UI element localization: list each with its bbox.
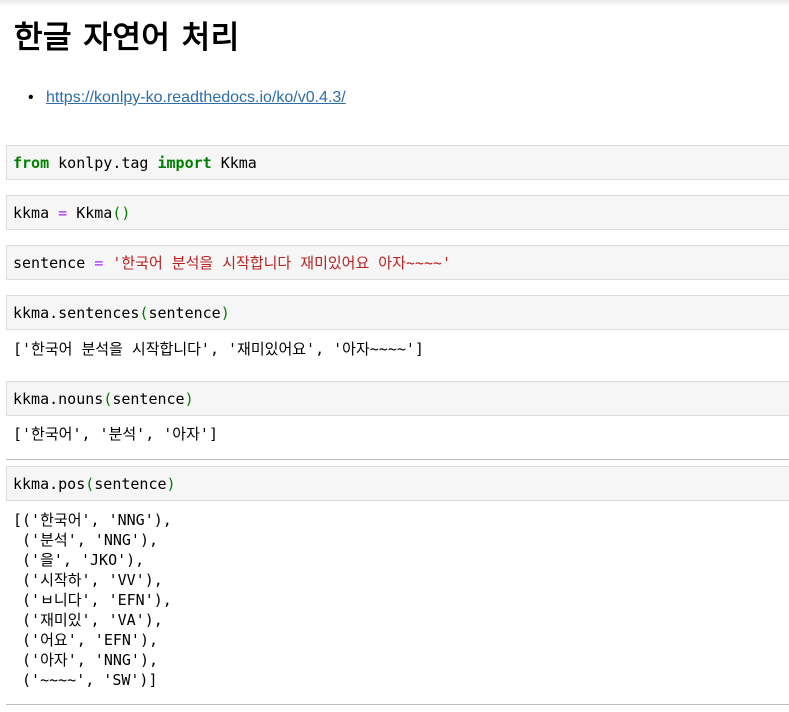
code-paren-left: ( [139, 303, 149, 322]
code-call: kkma.sentences [13, 303, 140, 322]
code-operator: = [94, 253, 104, 272]
code-cell-sentences[interactable]: kkma.sentences(sentence) [6, 295, 789, 330]
class-name: Kkma [211, 153, 257, 172]
code-operator: = [58, 203, 68, 222]
code-paren-right: ) [220, 303, 230, 322]
markdown-link-list: https://konlpy-ko.readthedocs.io/ko/v0.4… [28, 86, 346, 110]
markdown-title: 한글 자연어 처리 [14, 20, 240, 56]
cell-output-nouns: ['한국어', '분석', '아자'] [13, 425, 218, 443]
code-var: sentence [13, 253, 95, 272]
code-call: kkma.pos [13, 474, 86, 493]
code-call: Kkma [67, 203, 113, 222]
code-call: kkma.nouns [13, 389, 104, 408]
konlpy-docs-link[interactable]: https://konlpy-ko.readthedocs.io/ko/v0.4… [46, 89, 346, 106]
code-string: '한국어 분석을 시작합니다 재미있어요 아자~~~~' [112, 254, 452, 272]
cell-divider [6, 704, 789, 705]
code-cell-init[interactable]: kkma = Kkma() [6, 195, 789, 230]
keyword-import: import [157, 153, 212, 172]
code-arg: sentence [148, 303, 221, 322]
code-cell-pos[interactable]: kkma.pos(sentence) [6, 466, 789, 501]
cell-output-sentences: ['한국어 분석을 시작합니다', '재미있어요', '아자~~~~'] [13, 340, 424, 358]
module-name: konlpy.tag [49, 153, 158, 172]
cell-divider [6, 459, 789, 460]
code-cell-import[interactable]: from konlpy.tag import Kkma [6, 145, 789, 180]
code-cell-sentence[interactable]: sentence = '한국어 분석을 시작합니다 재미있어요 아자~~~~' [6, 245, 789, 280]
code-cell-nouns[interactable]: kkma.nouns(sentence) [6, 381, 789, 416]
cell-output-pos: [('한국어', 'NNG'), ('분석', 'NNG'), ('을', 'J… [13, 511, 172, 689]
list-item: https://konlpy-ko.readthedocs.io/ko/v0.4… [28, 86, 346, 110]
code-parens: () [112, 203, 131, 222]
code-paren-right: ) [166, 474, 176, 493]
code-paren-left: ( [103, 389, 113, 408]
top-shadow [0, 0, 789, 6]
code-arg: sentence [112, 389, 185, 408]
code-paren-left: ( [85, 474, 95, 493]
code-var: kkma [13, 203, 59, 222]
keyword-from: from [13, 153, 50, 172]
code-arg: sentence [94, 474, 167, 493]
code-paren-right: ) [184, 389, 194, 408]
